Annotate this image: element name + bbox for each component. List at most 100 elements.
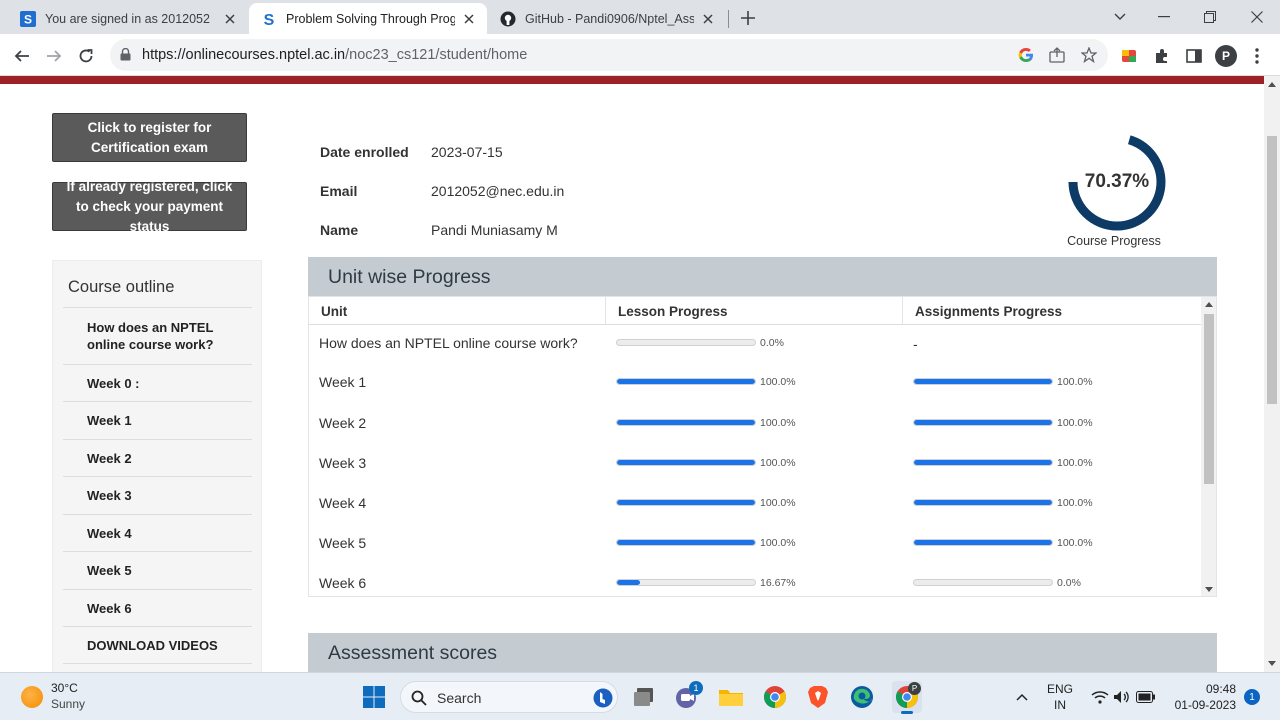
search-label: Search [437,690,482,706]
assignment-progress-bar-fill [914,540,1052,545]
page-scrollbar[interactable] [1264,76,1280,672]
lesson-progress-bar-fill [617,540,755,545]
lesson-progress-percent: 100.0% [760,417,796,429]
bing-icon[interactable] [593,688,613,708]
course-outline-list: How does an NPTEL online course work? We… [63,307,252,664]
chrome-profile-badge: P [908,682,921,695]
column-header-lesson-progress: Lesson Progress [605,297,902,325]
chrome-profile-active-icon[interactable]: P [892,681,922,714]
language-region[interactable]: IN [1044,698,1076,712]
close-window-icon[interactable] [1234,0,1280,34]
tab-signed-in[interactable]: S You are signed in as 2012052 [8,3,248,34]
language-primary[interactable]: ENG [1044,682,1076,696]
clock-time[interactable]: 09:48 [1180,682,1236,696]
outline-item-download-videos[interactable]: DOWNLOAD VIDEOS [63,626,252,664]
register-certification-button[interactable]: Click to register for Certification exam [52,113,247,162]
nptel-s-icon: S [261,11,277,27]
table-row: Week 1 100.0% 100.0% [309,363,1201,403]
teams-chat-icon[interactable]: 1 [673,681,703,711]
outline-item-week-1[interactable]: Week 1 [63,401,252,439]
show-hidden-icons-chevron[interactable] [1008,683,1036,711]
profile-avatar[interactable]: P [1215,45,1237,67]
close-tab-icon[interactable] [461,11,477,27]
menu-kebab-icon[interactable] [1246,45,1268,67]
reload-icon[interactable] [72,42,100,70]
outline-item-nptel-intro[interactable]: How does an NPTEL online course work? [63,307,252,364]
table-scrollbar[interactable] [1201,297,1216,596]
lesson-progress-bar [616,339,756,346]
outline-item-week-3[interactable]: Week 3 [63,476,252,514]
tab-github[interactable]: GitHub - Pandi0906/Nptel_Assig [488,3,726,34]
assignment-progress-percent: 100.0% [1057,497,1093,509]
close-tab-icon[interactable] [700,11,716,27]
lesson-progress-percent: 0.0% [760,337,784,349]
notification-badge[interactable]: 1 [1244,689,1260,705]
restore-icon[interactable] [1187,0,1233,34]
assignment-progress-bar [913,419,1053,426]
scroll-down-arrow-icon[interactable] [1205,587,1213,593]
course-outline-title: Course outline [68,278,175,296]
close-tab-icon[interactable] [222,11,238,27]
edge-icon[interactable] [848,683,876,711]
tab-title: Problem Solving Through Progra [286,11,455,26]
brave-icon[interactable] [804,683,832,711]
lesson-progress-bar-fill [617,379,755,384]
weather-temperature[interactable]: 30°C [51,681,78,695]
lesson-progress-bar [616,499,756,506]
assignment-progress-percent: 0.0% [1057,577,1081,589]
windows-start-icon[interactable] [360,683,388,711]
url-path: /noc23_cs121/student/home [345,47,528,63]
share-icon[interactable] [1047,45,1067,65]
task-view-icon[interactable] [630,683,658,711]
weather-condition[interactable]: Sunny [51,697,85,711]
chrome-icon[interactable] [761,683,789,711]
outline-item-week-5[interactable]: Week 5 [63,551,252,589]
tab-search-icon[interactable] [1097,0,1143,34]
header-accent-bar [0,76,1264,84]
back-arrow-icon[interactable] [8,42,36,70]
lesson-progress-bar-fill [617,580,640,585]
page-scrollbar-thumb[interactable] [1267,136,1277,404]
lesson-progress-bar [616,579,756,586]
lock-icon[interactable] [120,47,131,66]
lesson-progress-bar [616,459,756,466]
outline-item-week-0[interactable]: Week 0 : [63,364,252,401]
course-progress-label: Course Progress [1067,234,1161,248]
unit-name: Week 2 [319,415,367,431]
outline-item-week-6[interactable]: Week 6 [63,589,252,626]
side-panel-icon[interactable] [1183,45,1205,67]
table-header-row: Unit Lesson Progress Assignments Progres… [309,297,1201,325]
outline-item-week-4[interactable]: Week 4 [63,514,252,551]
extensions-puzzle-icon[interactable] [1151,45,1173,67]
battery-icon[interactable] [1132,683,1160,711]
scroll-up-arrow-icon[interactable] [1205,301,1213,307]
outline-item-week-2[interactable]: Week 2 [63,439,252,476]
minimize-icon[interactable] [1141,0,1187,34]
table-row: Week 3 100.0% 100.0% [309,444,1201,484]
assignment-progress-bar [913,579,1053,586]
table-scrollbar-thumb[interactable] [1204,314,1214,484]
bookmark-star-icon[interactable] [1079,45,1099,65]
page-scroll-down-icon[interactable] [1268,661,1276,667]
file-explorer-icon[interactable] [717,683,745,711]
table-row: Week 2 100.0% 100.0% [309,404,1201,444]
google-icon[interactable] [1016,45,1036,65]
page-scroll-up-icon[interactable] [1268,81,1276,87]
unit-name: Week 4 [319,495,367,511]
search-icon [411,690,427,706]
payment-status-button[interactable]: If already registered, click to check yo… [52,179,247,234]
url-text[interactable]: https://onlinecourses.nptel.ac.in/noc23_… [142,47,527,63]
assignment-progress-percent: 100.0% [1057,417,1093,429]
new-tab-icon[interactable] [737,7,759,29]
taskbar-search-box[interactable]: Search [400,681,618,713]
forward-arrow-icon[interactable] [40,42,68,70]
browser-tab-strip: S You are signed in as 2012052 S Problem… [0,0,1280,34]
sun-weather-icon[interactable] [21,686,43,708]
lesson-progress-percent: 100.0% [760,537,796,549]
assessment-scores-title: Assessment scores [328,642,498,664]
tab-problem-solving[interactable]: S Problem Solving Through Progra [249,3,487,34]
clock-date[interactable]: 01-09-2023 [1164,698,1236,712]
nptel-s-icon: S [20,10,36,27]
address-bar[interactable]: https://onlinecourses.nptel.ac.in/noc23_… [110,39,1108,71]
extension-colorful-icon[interactable] [1118,45,1140,67]
